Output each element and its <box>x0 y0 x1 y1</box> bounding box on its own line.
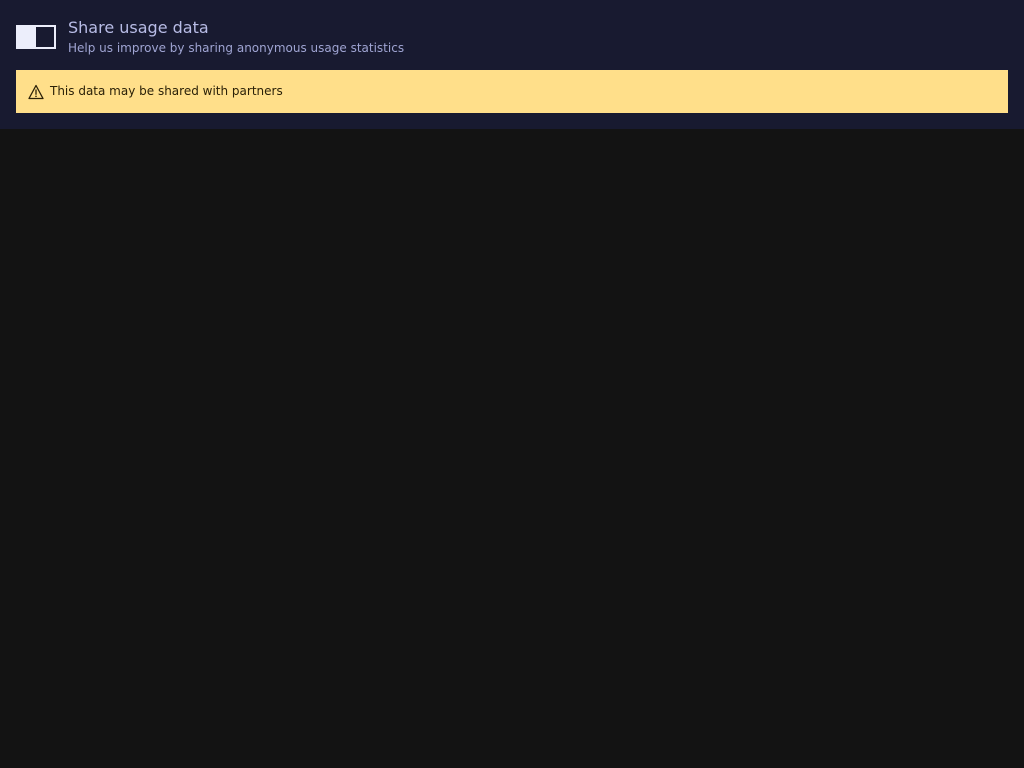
warning-text: This data may be shared with partners <box>50 84 283 98</box>
share-usage-setting: Share usage data Help us improve by shar… <box>16 16 1008 56</box>
settings-panel: Share usage data Help us improve by shar… <box>0 0 1024 129</box>
warning-triangle-icon <box>28 84 44 100</box>
warning-banner: This data may be shared with partners <box>16 70 1008 113</box>
toggle-knob <box>18 27 36 47</box>
share-usage-toggle[interactable] <box>16 25 56 49</box>
setting-title: Share usage data <box>68 18 209 37</box>
setting-description: Help us improve by sharing anonymous usa… <box>68 41 405 55</box>
